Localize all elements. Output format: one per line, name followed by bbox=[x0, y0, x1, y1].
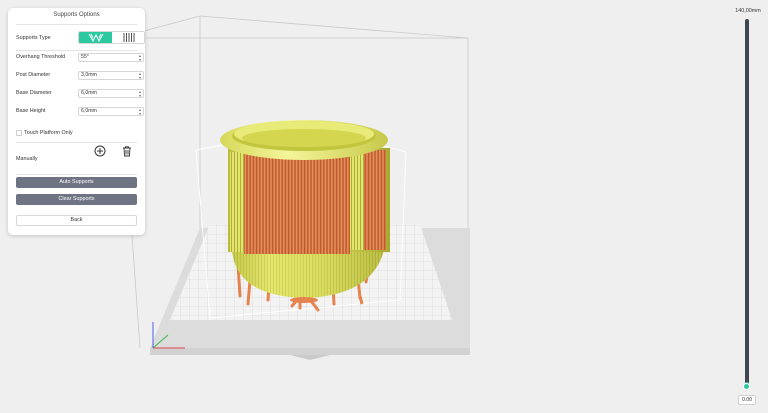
divider bbox=[16, 24, 137, 25]
clear-supports-button[interactable]: Clear Supports bbox=[16, 194, 137, 205]
divider bbox=[16, 142, 137, 143]
slider-value-field[interactable]: 0.00 bbox=[738, 395, 756, 405]
overhang-threshold-select[interactable]: 55° ▴ ▾ bbox=[78, 53, 144, 62]
panel-title: Supports Options bbox=[53, 12, 100, 18]
divider bbox=[16, 50, 137, 51]
up-down-arrows-icon: ▴ ▾ bbox=[138, 89, 141, 98]
base-diameter-select[interactable]: 6,0mm ▴ ▾ bbox=[78, 89, 144, 98]
tree-supports-button[interactable] bbox=[79, 32, 112, 43]
linear-supports-button[interactable] bbox=[112, 32, 144, 43]
add-support-icon[interactable] bbox=[94, 145, 106, 157]
touch-platform-checkbox[interactable] bbox=[16, 130, 22, 136]
post-diameter-label: Post Diameter bbox=[16, 72, 51, 78]
supports-options-panel: Supports Options Supports Type Overhang … bbox=[8, 8, 145, 235]
supports-type-label: Supports Type bbox=[16, 35, 51, 41]
overhang-threshold-value: 55° bbox=[81, 54, 89, 60]
divider bbox=[16, 174, 137, 175]
tree-supports-icon bbox=[88, 33, 103, 42]
post-diameter-value: 3,0mm bbox=[81, 72, 97, 78]
back-button[interactable]: Back bbox=[16, 215, 137, 226]
base-height-label: Base Height bbox=[16, 108, 46, 114]
base-diameter-value: 6,0mm bbox=[81, 90, 97, 96]
auto-supports-button[interactable]: Auto Supports bbox=[16, 177, 137, 188]
post-diameter-select[interactable]: 3,0mm ▴ ▾ bbox=[78, 71, 144, 80]
layer-slider-handle[interactable] bbox=[743, 383, 750, 390]
slider-max-label: 140,00mm bbox=[735, 8, 761, 14]
delete-support-icon[interactable] bbox=[121, 145, 133, 157]
up-down-arrows-icon: ▴ ▾ bbox=[138, 71, 141, 80]
base-height-value: 6,0mm bbox=[81, 108, 97, 114]
manually-label: Manually bbox=[16, 156, 38, 162]
up-down-arrows-icon: ▴ ▾ bbox=[138, 53, 141, 62]
layer-slider-track[interactable] bbox=[745, 19, 749, 386]
touch-platform-label: Touch Platform Only bbox=[24, 130, 73, 136]
overhang-threshold-label: Overhang Threshold bbox=[16, 54, 66, 60]
up-down-arrows-icon: ▴ ▾ bbox=[138, 107, 141, 116]
base-diameter-label: Base Diameter bbox=[16, 90, 52, 96]
base-height-select[interactable]: 6,0mm ▴ ▾ bbox=[78, 107, 144, 116]
linear-supports-icon bbox=[123, 33, 134, 42]
supports-type-toggle bbox=[78, 31, 145, 44]
